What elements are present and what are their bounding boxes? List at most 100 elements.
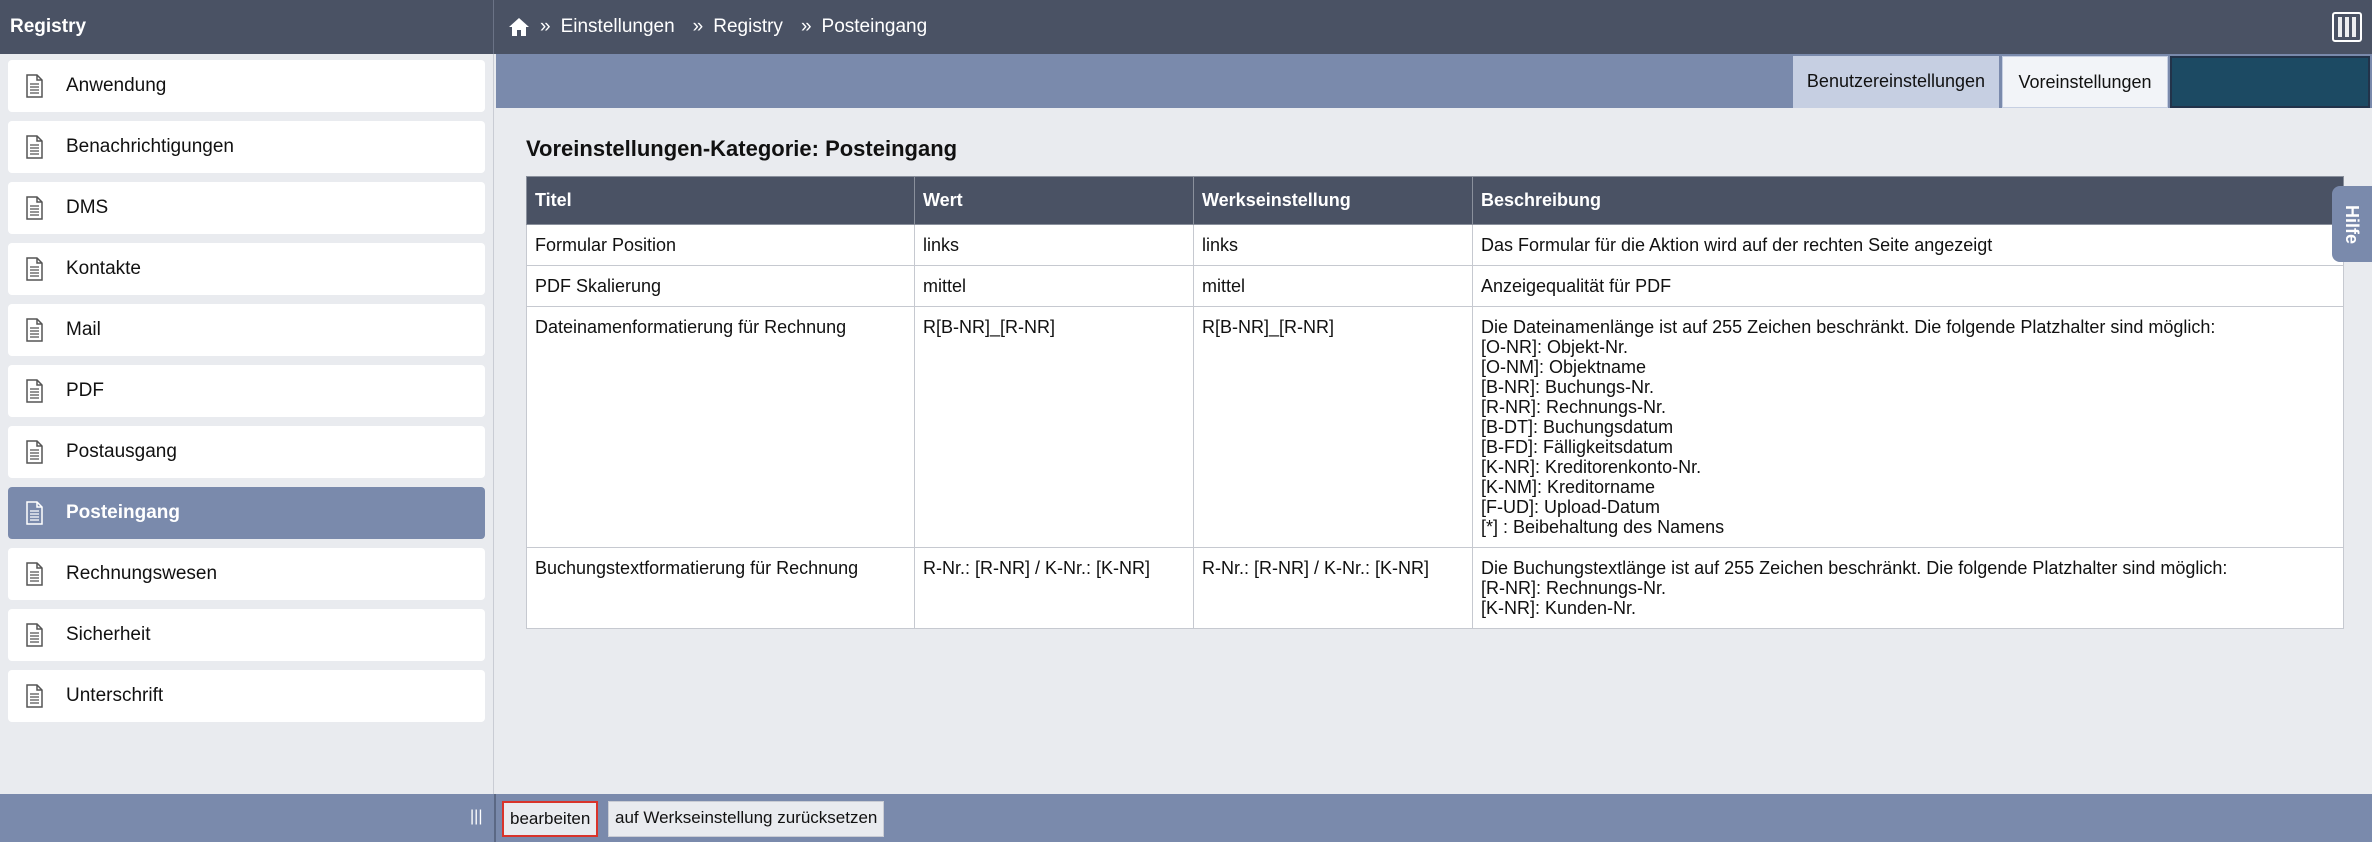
document-icon — [24, 501, 44, 525]
breadcrumb-item-einstellungen[interactable]: Einstellungen — [561, 16, 675, 38]
description-line: [F-UD]: Upload-Datum — [1481, 497, 1661, 517]
document-icon — [24, 257, 44, 281]
document-icon — [24, 318, 44, 342]
cell-description: Die Buchungstextlänge ist auf 255 Zeiche… — [1472, 547, 2344, 629]
cell-default: links — [1193, 224, 1473, 266]
document-icon — [24, 684, 44, 708]
sidebar-item-label: Unterschrift — [66, 685, 164, 706]
sidebar-item-unterschrift[interactable]: Unterschrift — [8, 670, 485, 722]
description-line: [B-NR]: Buchungs-Nr. — [1481, 377, 1655, 397]
sidebar-item-label: Posteingang — [66, 502, 181, 523]
column-header-werkseinstellung[interactable]: Werkseinstellung — [1193, 176, 1473, 225]
cell-value: links — [914, 224, 1194, 266]
table-row[interactable]: Buchungstextformatierung für Rechnung R-… — [526, 547, 2344, 629]
description-line: Anzeigequalität für PDF — [1481, 276, 1672, 296]
sidebar-item-kontakte[interactable]: Kontakte — [8, 243, 485, 295]
breadcrumb-item-posteingang: Posteingang — [821, 16, 928, 37]
description-line: [B-DT]: Buchungsdatum — [1481, 417, 1674, 437]
cell-value: mittel — [914, 265, 1194, 307]
sidebar-item-rechnungswesen[interactable]: Rechnungswesen — [8, 548, 485, 600]
description-line: [K-NR]: Kreditorenkonto-Nr. — [1481, 457, 1702, 477]
sidebar-item-label: Postausgang — [66, 441, 177, 462]
table-row[interactable]: Dateinamenformatierung für Rechnung R[B-… — [526, 306, 2344, 548]
column-header-beschreibung[interactable]: Beschreibung — [1472, 176, 2344, 225]
sidebar-item-label: Rechnungswesen — [66, 563, 218, 584]
document-icon — [24, 135, 44, 159]
sidebar-resize-handle[interactable]: ||| — [470, 808, 482, 826]
description-line: Die Buchungstextlänge ist auf 255 Zeiche… — [1481, 558, 2228, 578]
breadcrumb-separator: » — [540, 16, 551, 37]
main-content: Voreinstellungen-Kategorie: Posteingang … — [496, 108, 2372, 794]
document-icon — [24, 440, 44, 464]
top-header-bar: Registry » Einstellungen » Registry » Po… — [0, 0, 2372, 54]
table-row[interactable]: PDF Skalierung mittel mittel Anzeigequal… — [526, 265, 2344, 307]
cell-description: Anzeigequalität für PDF — [1472, 265, 2344, 307]
cell-title: PDF Skalierung — [526, 265, 915, 307]
tab-benutzereinstellungen[interactable]: Benutzereinstellungen — [1793, 56, 1999, 108]
cell-value: R[B-NR]_[R-NR] — [914, 306, 1194, 548]
sidebar-item-label: Benachrichtigungen — [66, 136, 234, 157]
cell-default: R-Nr.: [R-NR] / K-Nr.: [K-NR] — [1193, 547, 1473, 629]
sidebar-item-label: Kontakte — [66, 258, 141, 279]
sidebar-item-label: Sicherheit — [66, 624, 151, 645]
cell-title: Formular Position — [526, 224, 915, 266]
cell-default: mittel — [1193, 265, 1473, 307]
sidebar-item-dms[interactable]: DMS — [8, 182, 485, 234]
document-icon — [24, 196, 44, 220]
breadcrumb-separator: » — [692, 16, 704, 37]
description-line: [*] : Beibehaltung des Namens — [1481, 517, 1725, 537]
description-line: Das Formular für die Aktion wird auf der… — [1481, 235, 1993, 255]
sidebar-item-label: Mail — [66, 319, 101, 340]
tab-dark[interactable] — [2170, 56, 2370, 108]
description-line: Die Dateinamenlänge ist auf 255 Zeichen … — [1481, 317, 2216, 337]
sidebar-item-label: Anwendung — [66, 75, 167, 96]
document-icon — [24, 74, 44, 98]
breadcrumb-separator: » — [800, 16, 812, 37]
description-line: [R-NR]: Rechnungs-Nr. — [1481, 578, 1667, 598]
sidebar-item-mail[interactable]: Mail — [8, 304, 485, 356]
tab-voreinstellungen[interactable]: Voreinstellungen — [2002, 56, 2168, 108]
cell-title: Dateinamenformatierung für Rechnung — [526, 306, 915, 548]
column-header-titel[interactable]: Titel — [526, 176, 915, 225]
sidebar-item-benachrichtigungen[interactable]: Benachrichtigungen — [8, 121, 485, 173]
document-icon — [24, 379, 44, 403]
sidebar: Anwendung Benachrichtigungen DMS Kontakt… — [0, 54, 494, 794]
bottom-toolbar: ||| bearbeiten auf Werkseinstellung zurü… — [0, 794, 2372, 842]
sidebar-item-anwendung[interactable]: Anwendung — [8, 60, 485, 112]
cell-description: Die Dateinamenlänge ist auf 255 Zeichen … — [1472, 306, 2344, 548]
divider — [494, 794, 496, 842]
sidebar-item-postausgang[interactable]: Postausgang — [8, 426, 485, 478]
description-line: [B-FD]: Fälligkeitsdatum — [1481, 437, 1674, 457]
breadcrumb-item-registry[interactable]: Registry — [713, 16, 783, 38]
home-icon[interactable] — [508, 17, 530, 37]
table-row[interactable]: Formular Position links links Das Formul… — [526, 224, 2344, 266]
description-line: [K-NR]: Kunden-Nr. — [1481, 598, 1637, 618]
column-header-wert[interactable]: Wert — [914, 176, 1194, 225]
document-icon — [24, 562, 44, 586]
help-tab[interactable]: Hilfe — [2332, 186, 2372, 262]
document-icon — [24, 623, 44, 647]
cell-default: R[B-NR]_[R-NR] — [1193, 306, 1473, 548]
tab-strip: Benutzereinstellungen Voreinstellungen — [496, 54, 2372, 108]
sidebar-item-label: DMS — [66, 197, 109, 218]
reset-to-default-button[interactable]: auf Werkseinstellung zurücksetzen — [608, 801, 885, 837]
description-line: [O-NM]: Objektname — [1481, 357, 1647, 377]
table-header-row: Titel Wert Werkseinstellung Beschreibung — [526, 176, 2344, 225]
settings-table: Titel Wert Werkseinstellung Beschreibung… — [526, 176, 2344, 629]
cell-description: Das Formular für die Aktion wird auf der… — [1472, 224, 2344, 266]
edit-button[interactable]: bearbeiten — [502, 801, 599, 837]
description-line: [R-NR]: Rechnungs-Nr. — [1481, 397, 1667, 417]
sidebar-item-pdf[interactable]: PDF — [8, 365, 485, 417]
app-title: Registry — [0, 0, 494, 54]
sidebar-item-sicherheit[interactable]: Sicherheit — [8, 609, 485, 661]
help-tab-label: Hilfe — [2342, 204, 2363, 244]
cell-title: Buchungstextformatierung für Rechnung — [526, 547, 915, 629]
description-line: [K-NM]: Kreditorname — [1481, 477, 1656, 497]
sidebar-item-label: PDF — [66, 380, 104, 401]
description-line: [O-NR]: Objekt-Nr. — [1481, 337, 1629, 357]
layout-toggle-icon[interactable] — [2332, 12, 2362, 42]
sidebar-item-posteingang[interactable]: Posteingang — [8, 487, 485, 539]
cell-value: R-Nr.: [R-NR] / K-Nr.: [K-NR] — [914, 547, 1194, 629]
page-title: Voreinstellungen-Kategorie: Posteingang — [526, 136, 958, 161]
breadcrumb: » Einstellungen » Registry » Posteingang — [508, 0, 945, 54]
